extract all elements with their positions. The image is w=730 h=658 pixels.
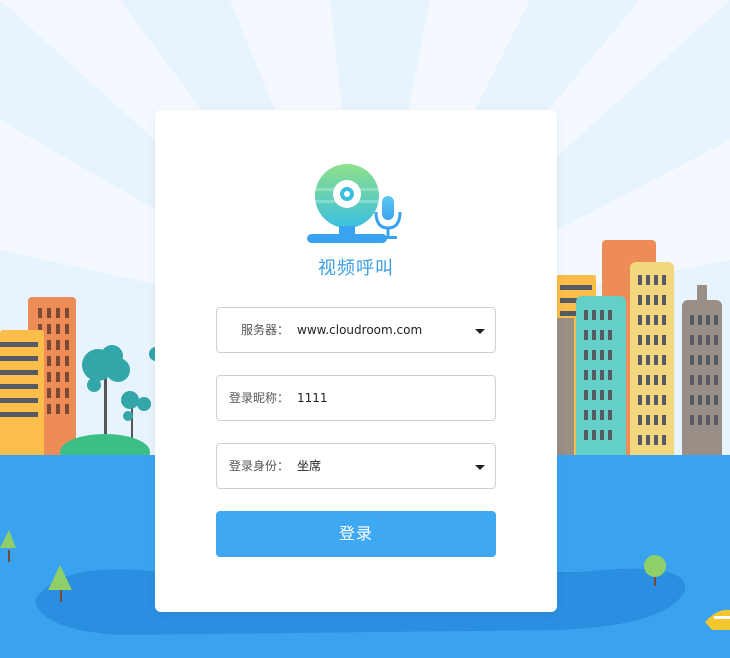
webcam-microphone-logo-icon	[307, 164, 402, 243]
login-card: 视频呼叫 服务器： www.cloudroom.com 登录昵称： 1111 登…	[155, 110, 557, 612]
role-label: 登录身份：	[228, 459, 289, 473]
chevron-down-icon[interactable]	[475, 329, 485, 334]
app-title: 视频呼叫	[318, 258, 394, 279]
role-select[interactable]: 登录身份： 坐席	[216, 443, 496, 489]
server-label: 服务器：	[240, 323, 289, 337]
login-button[interactable]: 登录	[216, 511, 496, 557]
server-select[interactable]: 服务器： www.cloudroom.com	[216, 307, 496, 353]
role-value: 坐席	[297, 459, 322, 473]
nickname-input[interactable]: 登录昵称： 1111	[216, 375, 496, 421]
nickname-label: 登录昵称：	[228, 391, 289, 405]
chevron-down-icon[interactable]	[475, 465, 485, 470]
server-value: www.cloudroom.com	[297, 323, 423, 337]
nickname-value[interactable]: 1111	[297, 376, 328, 420]
